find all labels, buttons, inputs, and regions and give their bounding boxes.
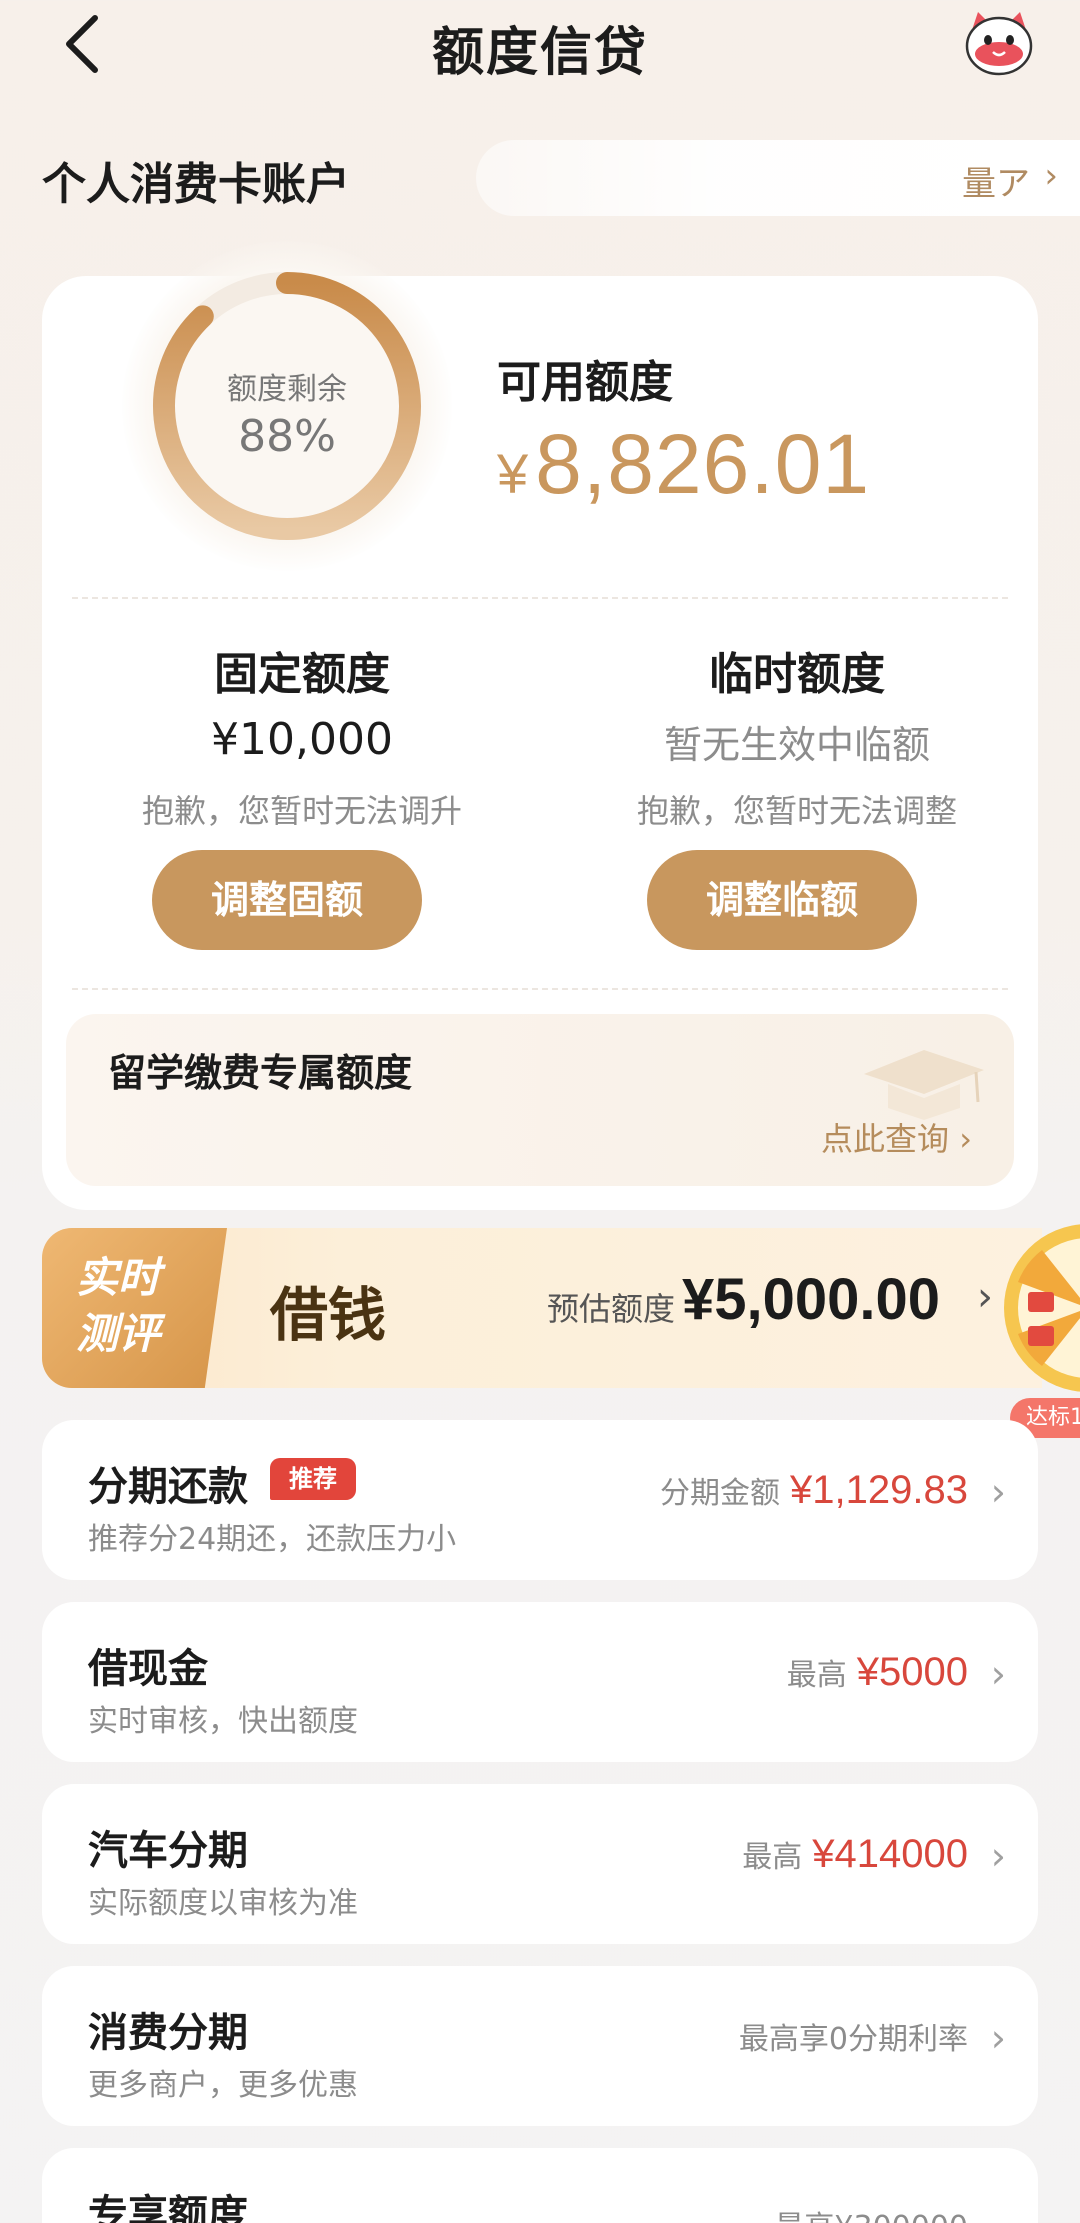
study-quota-link[interactable]: 点此查询 › [821, 1114, 972, 1160]
tag-line-2: 测评 [76, 1309, 161, 1358]
available-label: 可用额度 [497, 357, 673, 408]
list-item-installment[interactable]: 分期还款 推荐 推荐分24期还，还款压力小 分期金额 ¥1,129.83 › [42, 1420, 1038, 1580]
item-right-label: 最高 [786, 1658, 847, 1693]
list-item-car-installment[interactable]: 汽车分期 实际额度以审核为准 最高 ¥414000 › [42, 1784, 1038, 1944]
divider [72, 988, 1008, 990]
ring-label: 额度剩余 [227, 372, 347, 407]
divider [72, 597, 1008, 599]
chevron-right-icon: › [990, 1470, 1006, 1514]
item-right-label: 最高享0分期利率 [738, 2022, 968, 2057]
chevron-right-icon: › [990, 1834, 1006, 1878]
item-title: 消费分期 [88, 2010, 248, 2056]
item-right: 最高 ¥414000 [742, 1832, 968, 1877]
graduation-cap-icon [864, 1050, 984, 1120]
available-amount: ¥8,826.01 [497, 416, 870, 513]
chevron-right-icon: › [990, 1652, 1006, 1696]
temp-quota-value: 暂无生效中临额 [663, 723, 930, 767]
fixed-quota-title: 固定额度 [214, 649, 390, 700]
adjust-fixed-button[interactable]: 调整固额 [152, 850, 422, 950]
temp-quota-note: 抱歉，您暂时无法调整 [636, 792, 957, 830]
item-title: 借现金 [88, 1646, 208, 1692]
item-right-amount: ¥5000 [856, 1650, 968, 1694]
currency-symbol: ¥ [497, 442, 530, 505]
estimate-label: 预估额度 [547, 1290, 676, 1328]
item-subtitle: 实时审核，快出额度 [88, 1704, 358, 1739]
adjust-temp-button[interactable]: 调整临额 [647, 850, 917, 950]
notice-text: 量ア [962, 164, 1030, 204]
chevron-right-icon: › [977, 1274, 993, 1320]
list-item-exclusive-quota[interactable]: 专享额度 最高¥300000 [42, 2148, 1038, 2223]
recommend-badge: 推荐 [270, 1458, 356, 1500]
item-subtitle: 实际额度以审核为准 [88, 1886, 358, 1921]
study-quota-title: 留学缴费专属额度 [108, 1051, 413, 1095]
item-right-amount: ¥414000 [812, 1832, 968, 1876]
header: 额度信贷 [0, 0, 1080, 150]
item-right-label: 最高¥300000 [774, 2210, 968, 2223]
study-abroad-quota[interactable]: 留学缴费专属额度 点此查询 › [66, 1014, 1014, 1186]
account-title: 个人消费卡账户 [42, 159, 350, 210]
available-value: 8,826.01 [535, 417, 871, 511]
item-subtitle: 更多商户，更多优惠 [88, 2068, 358, 2103]
page-title: 额度信贷 [431, 23, 648, 83]
temp-quota-title: 临时额度 [709, 649, 885, 700]
item-right-label: 最高 [742, 1840, 803, 1875]
realtime-eval-tag: 实时 测评 [42, 1228, 227, 1388]
fixed-quota-note: 抱歉，您暂时无法调升 [141, 792, 462, 830]
chevron-right-icon: › [990, 2016, 1006, 2060]
item-right-label: 分期金额 [660, 1476, 781, 1511]
item-right: 分期金额 ¥1,129.83 [660, 1468, 968, 1513]
item-right: 最高¥300000 [774, 2202, 968, 2223]
item-title: 专享额度 [88, 2192, 248, 2223]
fixed-quota-value: ¥10,000 [211, 714, 393, 765]
ring-value: 88% [238, 411, 336, 462]
item-right-amount: ¥1,129.83 [790, 1468, 968, 1512]
item-title: 分期还款 [88, 1464, 248, 1510]
borrow-title: 借钱 [270, 1281, 387, 1349]
item-right: 最高 ¥5000 [787, 1650, 968, 1695]
chevron-right-icon: › [1044, 156, 1058, 196]
lucky-wheel-icon[interactable] [1002, 1222, 1080, 1394]
item-title: 汽车分期 [88, 1828, 248, 1874]
borrow-banner[interactable]: 实时 测评 借钱 预估额度 ¥5,000.00 › [42, 1228, 1042, 1388]
item-subtitle: 推荐分24期还，还款压力小 [88, 1522, 457, 1557]
list-item-consumer-installment[interactable]: 消费分期 更多商户，更多优惠 最高享0分期利率 › [42, 1966, 1038, 2126]
tag-line-1: 实时 [76, 1253, 161, 1302]
estimate-amount: ¥5,000.00 [682, 1267, 941, 1332]
mascot-cat-icon[interactable] [960, 8, 1038, 78]
item-right: 最高享0分期利率 [739, 2014, 968, 2058]
list-item-cash-loan[interactable]: 借现金 实时审核，快出额度 最高 ¥5000 › [42, 1602, 1038, 1762]
credit-card: 额度剩余 88% 可用额度 ¥8,826.01 固定额度 ¥10,000 抱歉，… [42, 241, 1038, 1210]
notice-banner[interactable]: 量ア › [476, 140, 1080, 216]
